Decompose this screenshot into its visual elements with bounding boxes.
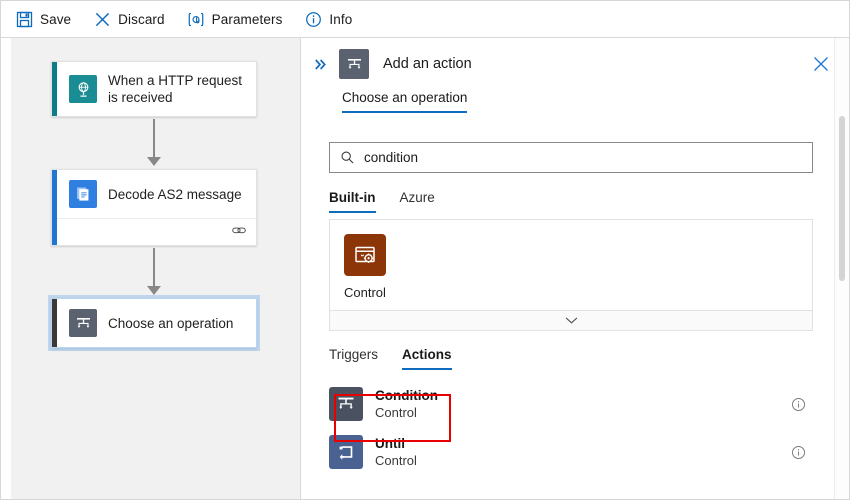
operation-type-tabs: Triggers Actions bbox=[329, 347, 849, 370]
control-condition-icon bbox=[339, 49, 369, 79]
workflow-graph: When a HTTP request is received bbox=[51, 61, 257, 348]
connector-grid: Control bbox=[330, 220, 812, 310]
close-icon[interactable] bbox=[809, 52, 833, 76]
tab-triggers[interactable]: Triggers bbox=[329, 347, 378, 370]
link-icon[interactable] bbox=[231, 224, 247, 240]
panel-title: Add an action bbox=[383, 56, 472, 72]
connector-card-label: Control bbox=[344, 285, 386, 300]
http-request-icon bbox=[69, 75, 97, 103]
source-filter-tabs: Built-in Azure bbox=[329, 190, 849, 213]
workflow-node-choose-operation[interactable]: Choose an operation bbox=[51, 298, 257, 348]
info-icon bbox=[304, 10, 322, 28]
connector-results-panel: Control bbox=[329, 219, 813, 331]
workflow-node-decode-as2[interactable]: Decode AS2 message bbox=[51, 169, 257, 246]
panel-tab-row: Choose an operation bbox=[302, 90, 849, 124]
search-container: condition bbox=[329, 142, 813, 173]
info-circle-icon[interactable] bbox=[789, 395, 807, 413]
save-button-label: Save bbox=[40, 12, 71, 27]
list-item-subtitle: Control bbox=[375, 452, 417, 469]
tab-built-in[interactable]: Built-in bbox=[329, 190, 376, 213]
save-icon bbox=[15, 10, 33, 28]
node-title: Decode AS2 message bbox=[108, 186, 242, 203]
connector-card-control[interactable]: Control bbox=[344, 234, 422, 300]
decode-as2-icon bbox=[69, 180, 97, 208]
parameters-icon bbox=[187, 10, 205, 28]
chevron-double-right-icon[interactable] bbox=[310, 54, 330, 74]
logic-app-designer: Save Discard Parameters bbox=[0, 0, 850, 500]
control-condition-icon bbox=[69, 309, 97, 337]
connector-arrow-2 bbox=[51, 246, 257, 298]
node-accent-bar bbox=[52, 62, 57, 116]
search-input[interactable]: condition bbox=[329, 142, 813, 173]
control-connector-icon bbox=[344, 234, 386, 276]
search-icon bbox=[339, 150, 355, 166]
node-accent-bar bbox=[52, 299, 57, 347]
node-accent-bar bbox=[52, 170, 57, 245]
list-item-until[interactable]: Until Control bbox=[329, 428, 813, 476]
list-item-subtitle: Control bbox=[375, 404, 438, 421]
info-circle-icon[interactable] bbox=[789, 443, 807, 461]
save-button[interactable]: Save bbox=[15, 6, 71, 32]
search-input-value: condition bbox=[364, 150, 418, 165]
chevron-down-icon bbox=[564, 313, 579, 328]
info-button[interactable]: Info bbox=[304, 6, 352, 32]
operation-list: Condition Control bbox=[329, 380, 813, 476]
list-item-title: Until bbox=[375, 435, 417, 452]
node-title: When a HTTP request is received bbox=[108, 72, 246, 106]
node-title: Choose an operation bbox=[108, 315, 233, 332]
tab-actions[interactable]: Actions bbox=[402, 347, 452, 370]
discard-icon bbox=[93, 10, 111, 28]
command-toolbar: Save Discard Parameters bbox=[1, 1, 849, 38]
panel-scrollbar[interactable] bbox=[834, 38, 849, 500]
discard-button-label: Discard bbox=[118, 12, 164, 27]
add-action-panel: Add an action Choose an operation condit… bbox=[302, 38, 849, 500]
list-item-condition[interactable]: Condition Control bbox=[329, 380, 813, 428]
tab-azure[interactable]: Azure bbox=[400, 190, 435, 213]
parameters-button-label: Parameters bbox=[212, 12, 283, 27]
workflow-node-http-trigger[interactable]: When a HTTP request is received bbox=[51, 61, 257, 117]
panel-scrollbar-thumb[interactable] bbox=[839, 116, 845, 281]
tab-choose-an-operation[interactable]: Choose an operation bbox=[342, 90, 467, 113]
discard-button[interactable]: Discard bbox=[93, 6, 164, 32]
connector-expander[interactable] bbox=[330, 310, 812, 330]
canvas-left-strip bbox=[1, 38, 11, 500]
list-item-title: Condition bbox=[375, 387, 438, 404]
panel-header: Add an action bbox=[302, 38, 849, 90]
control-until-icon bbox=[329, 435, 363, 469]
node-footer bbox=[57, 218, 256, 245]
info-button-label: Info bbox=[329, 12, 352, 27]
parameters-button[interactable]: Parameters bbox=[187, 6, 283, 32]
connector-arrow-1 bbox=[51, 117, 257, 169]
workflow-canvas[interactable]: When a HTTP request is received bbox=[1, 38, 301, 500]
control-condition-icon bbox=[329, 387, 363, 421]
